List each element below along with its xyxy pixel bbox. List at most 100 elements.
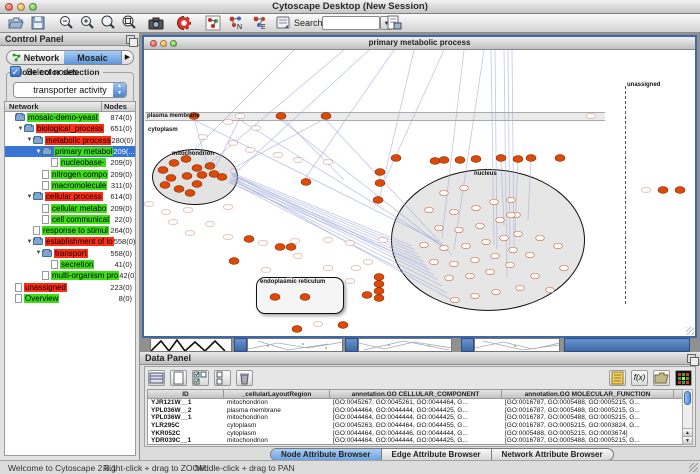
graph-node[interactable]: [526, 155, 536, 162]
search-input[interactable]: [322, 16, 380, 30]
graph-node-small[interactable]: [507, 212, 516, 217]
graph-node-small[interactable]: [560, 265, 569, 270]
expand-arrow-icon[interactable]: ▼: [17, 126, 24, 132]
frame-zoom-button[interactable]: [170, 40, 177, 47]
graph-node[interactable]: [276, 113, 286, 120]
tree-row[interactable]: nucleobase-209(0): [5, 157, 135, 168]
open-file-icon[interactable]: [8, 15, 24, 31]
graph-node[interactable]: [292, 326, 302, 333]
tree-row[interactable]: macromolecule311(0): [5, 180, 135, 191]
graph-node-small[interactable]: [492, 289, 501, 294]
graph-node[interactable]: [338, 322, 348, 329]
network-overview-icon[interactable]: [205, 15, 221, 31]
graph-node-small[interactable]: [445, 275, 454, 280]
graph-node-small[interactable]: [509, 247, 518, 252]
zoom-out-icon[interactable]: [58, 15, 74, 31]
graph-node[interactable]: [455, 157, 465, 164]
table-cell[interactable]: YDR039C__1: [148, 437, 224, 445]
table-cell[interactable]: YKR052C: [148, 430, 224, 438]
tree-col-nodes[interactable]: Nodes: [101, 102, 135, 111]
graph-node-small[interactable]: [440, 245, 449, 250]
table-scrollbar[interactable]: ▲ ▼: [682, 389, 693, 445]
table-cell[interactable]: [GO:0016787, GO:0005488, GO:0005215, G..…: [502, 407, 674, 415]
background-frame-fragment[interactable]: [358, 338, 452, 352]
graph-node[interactable]: [166, 175, 176, 182]
graph-node-small[interactable]: [496, 217, 505, 222]
tree-row[interactable]: Overview8(0): [5, 293, 135, 304]
expand-arrow-icon[interactable]: ▼: [26, 137, 33, 143]
tree-row[interactable]: response to stimul264(0): [5, 225, 135, 236]
table-cell[interactable]: [GO:0044464, GO:0044444, GO:0044425, G..…: [330, 407, 502, 415]
graph-node[interactable]: [174, 186, 184, 193]
help-icon[interactable]: [176, 15, 192, 31]
frame-close-button[interactable]: [150, 40, 157, 47]
table-cell[interactable]: [GO:0045263, GO:0044464, GO:0044455, G..…: [330, 422, 502, 430]
graph-node[interactable]: [192, 181, 202, 188]
graph-node-small[interactable]: [430, 259, 439, 264]
tree-row[interactable]: ▼transport558(0): [5, 248, 135, 259]
frame-resize-grip[interactable]: [686, 327, 694, 335]
table-cell[interactable]: [GO:0045267, GO:0045261, GO:0044464, G..…: [330, 399, 502, 407]
graph-node-small[interactable]: [450, 209, 459, 214]
network-canvas[interactable]: plasma membrane cytoplasm mitochondrion …: [144, 50, 695, 336]
table-row[interactable]: YDR039C__1mitochondrion[GO:0044464, GO:0…: [148, 437, 686, 445]
graph-node[interactable]: [375, 180, 385, 187]
tab-node-attribute-browser[interactable]: Node Attribute Browser: [271, 449, 382, 460]
graph-node[interactable]: [270, 294, 280, 301]
graph-node-small[interactable]: [420, 242, 429, 247]
table-cell[interactable]: [GO:0005488, GO:0005215, GO:0003674]: [502, 430, 674, 438]
scroll-up-button[interactable]: ▲: [683, 428, 692, 436]
graph-node-small[interactable]: [486, 269, 495, 274]
graph-node-small[interactable]: [514, 231, 523, 236]
tree-row[interactable]: ▼metabolic process280(0): [5, 135, 135, 146]
minimize-button[interactable]: [17, 3, 25, 11]
graph-node-small[interactable]: [451, 297, 460, 302]
attribute-list-icon[interactable]: [609, 370, 626, 386]
graph-node[interactable]: [185, 190, 195, 197]
graph-node[interactable]: [321, 113, 331, 120]
graph-node-small[interactable]: [425, 207, 434, 212]
new-attribute-icon[interactable]: [170, 370, 187, 386]
tree-row[interactable]: cellular metabo209(0): [5, 202, 135, 213]
background-frame-fragment[interactable]: [150, 338, 232, 352]
graph-node-small[interactable]: [435, 225, 444, 230]
graph-node[interactable]: [217, 174, 227, 181]
tree-row[interactable]: cell communicat22(0): [5, 214, 135, 225]
formula-builder-icon[interactable]: f(x): [631, 370, 648, 386]
graph-node[interactable]: [197, 172, 207, 179]
graph-node[interactable]: [391, 155, 401, 162]
table-cell[interactable]: [GO:0044464, GO:0044444, GO:0044425, G..…: [330, 414, 502, 422]
expand-arrow-icon[interactable]: ▼: [35, 250, 42, 256]
graph-node[interactable]: [373, 197, 383, 204]
graph-node[interactable]: [362, 292, 372, 299]
import-attributes-icon[interactable]: [653, 370, 670, 386]
table-cell[interactable]: [GO:0016787, GO:0005488, GO:0005215, G..…: [502, 437, 674, 445]
graph-node[interactable]: [374, 281, 384, 288]
graph-node-small[interactable]: [466, 273, 475, 278]
expand-arrow-icon[interactable]: ▼: [35, 149, 42, 155]
zoom-selected-region-icon[interactable]: [100, 15, 116, 31]
table-cell[interactable]: [GO:0016787, GO:0005215, GO:0003824, G..…: [502, 422, 674, 430]
graph-node[interactable]: [374, 288, 384, 295]
graph-node[interactable]: [374, 295, 384, 302]
col-go-molecular-function[interactable]: annotation.GO MOLECULAR_FUNCTION: [502, 390, 674, 398]
select-attributes-icon[interactable]: [192, 370, 209, 386]
graph-node[interactable]: [375, 169, 385, 176]
graph-node-small[interactable]: [531, 273, 540, 278]
graph-node-small[interactable]: [471, 257, 480, 262]
tab-network-attribute-browser[interactable]: Network Attribute Browser: [492, 449, 613, 460]
graph-node[interactable]: [301, 179, 311, 186]
graph-node-small[interactable]: [507, 197, 516, 202]
expand-arrow-icon[interactable]: ▼: [26, 239, 33, 245]
graph-node-small[interactable]: [526, 252, 535, 257]
graph-node[interactable]: [160, 182, 170, 189]
graph-node-small[interactable]: [516, 285, 525, 290]
tree-row[interactable]: ▼establishment of lo558(0): [5, 236, 135, 247]
graph-node[interactable]: [430, 158, 440, 165]
graph-node[interactable]: [439, 157, 449, 164]
table-cell[interactable]: plasma membrane: [224, 407, 330, 415]
graph-node[interactable]: [658, 187, 668, 194]
table-cell[interactable]: mitochondrion: [224, 437, 330, 445]
table-cell[interactable]: [GO:0044464, GO:0044446, GO:0044444, G..…: [330, 430, 502, 438]
graph-node-small[interactable]: [440, 190, 449, 195]
